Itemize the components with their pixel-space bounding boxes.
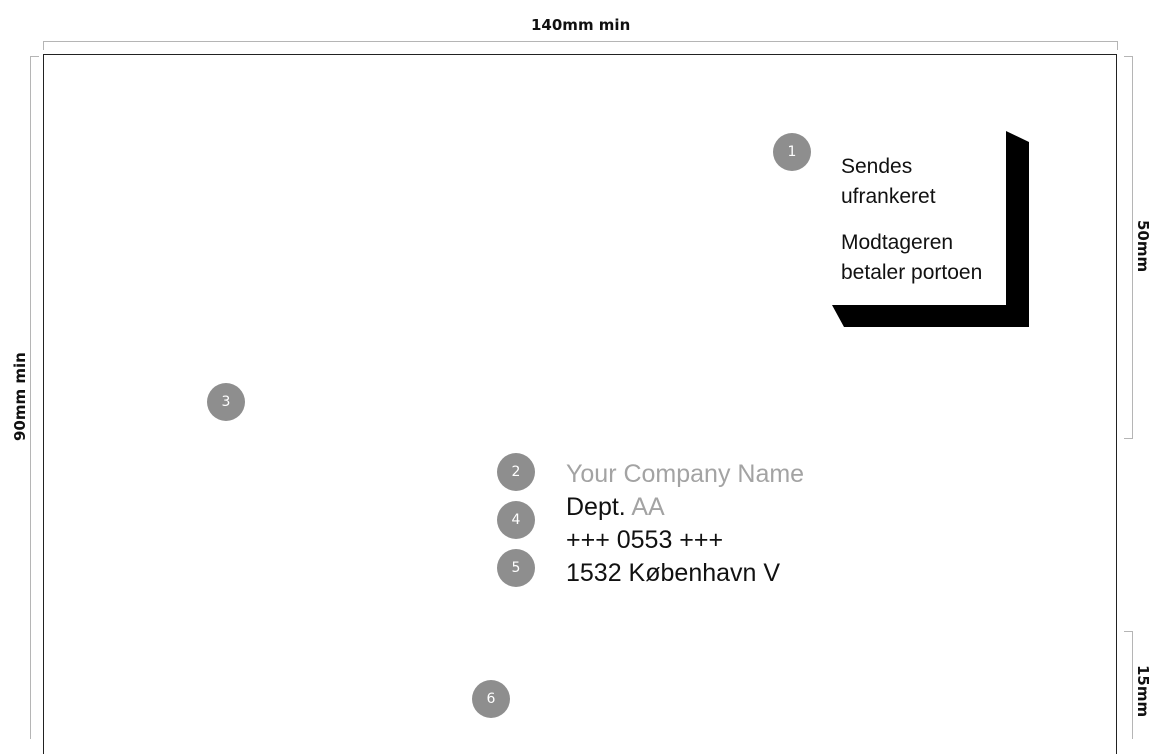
- top-right-dimension-tick-bottom: [1124, 438, 1133, 439]
- department-code: AA: [631, 493, 665, 521]
- city-line: 1532 København V: [566, 559, 781, 587]
- marker-6: 6: [472, 680, 510, 718]
- width-dimension-label: 140mm min: [531, 16, 631, 34]
- postage-line-4: betaler portoen: [841, 261, 983, 284]
- top-right-dimension-tick-top: [1124, 56, 1133, 57]
- width-dimension-tick-left: [43, 41, 44, 50]
- top-right-dimension-label: 50mm: [1134, 220, 1152, 273]
- marker-1: 1: [773, 133, 811, 171]
- bottom-right-dimension-label: 15mm: [1134, 665, 1152, 718]
- height-dimension-line: [30, 56, 31, 739]
- postage-line-1: Sendes: [841, 155, 913, 178]
- marker-3: 3: [207, 383, 245, 421]
- postage-line-2: ufrankeret: [841, 185, 936, 208]
- department-line: Dept. AA: [566, 491, 665, 524]
- marker-5: 5: [497, 549, 535, 587]
- postage-text: Sendes ufrankeret Modtageren betaler por…: [841, 152, 982, 288]
- postage-line-3: Modtageren: [841, 231, 954, 254]
- department-prefix: Dept.: [566, 493, 626, 521]
- marker-2: 2: [497, 453, 535, 491]
- bottom-right-dimension-tick-top: [1124, 631, 1133, 632]
- box-number: +++ 0553 +++: [566, 526, 724, 554]
- company-name: Your Company Name: [566, 460, 805, 488]
- width-dimension-tick-right: [1117, 41, 1118, 50]
- height-dimension-tick-top: [30, 56, 39, 57]
- width-dimension-line: [43, 41, 1118, 42]
- top-right-dimension-line: [1132, 56, 1133, 439]
- marker-4: 4: [497, 501, 535, 539]
- height-dimension-label: 90mm min: [11, 352, 29, 441]
- bottom-right-dimension-line: [1132, 631, 1133, 739]
